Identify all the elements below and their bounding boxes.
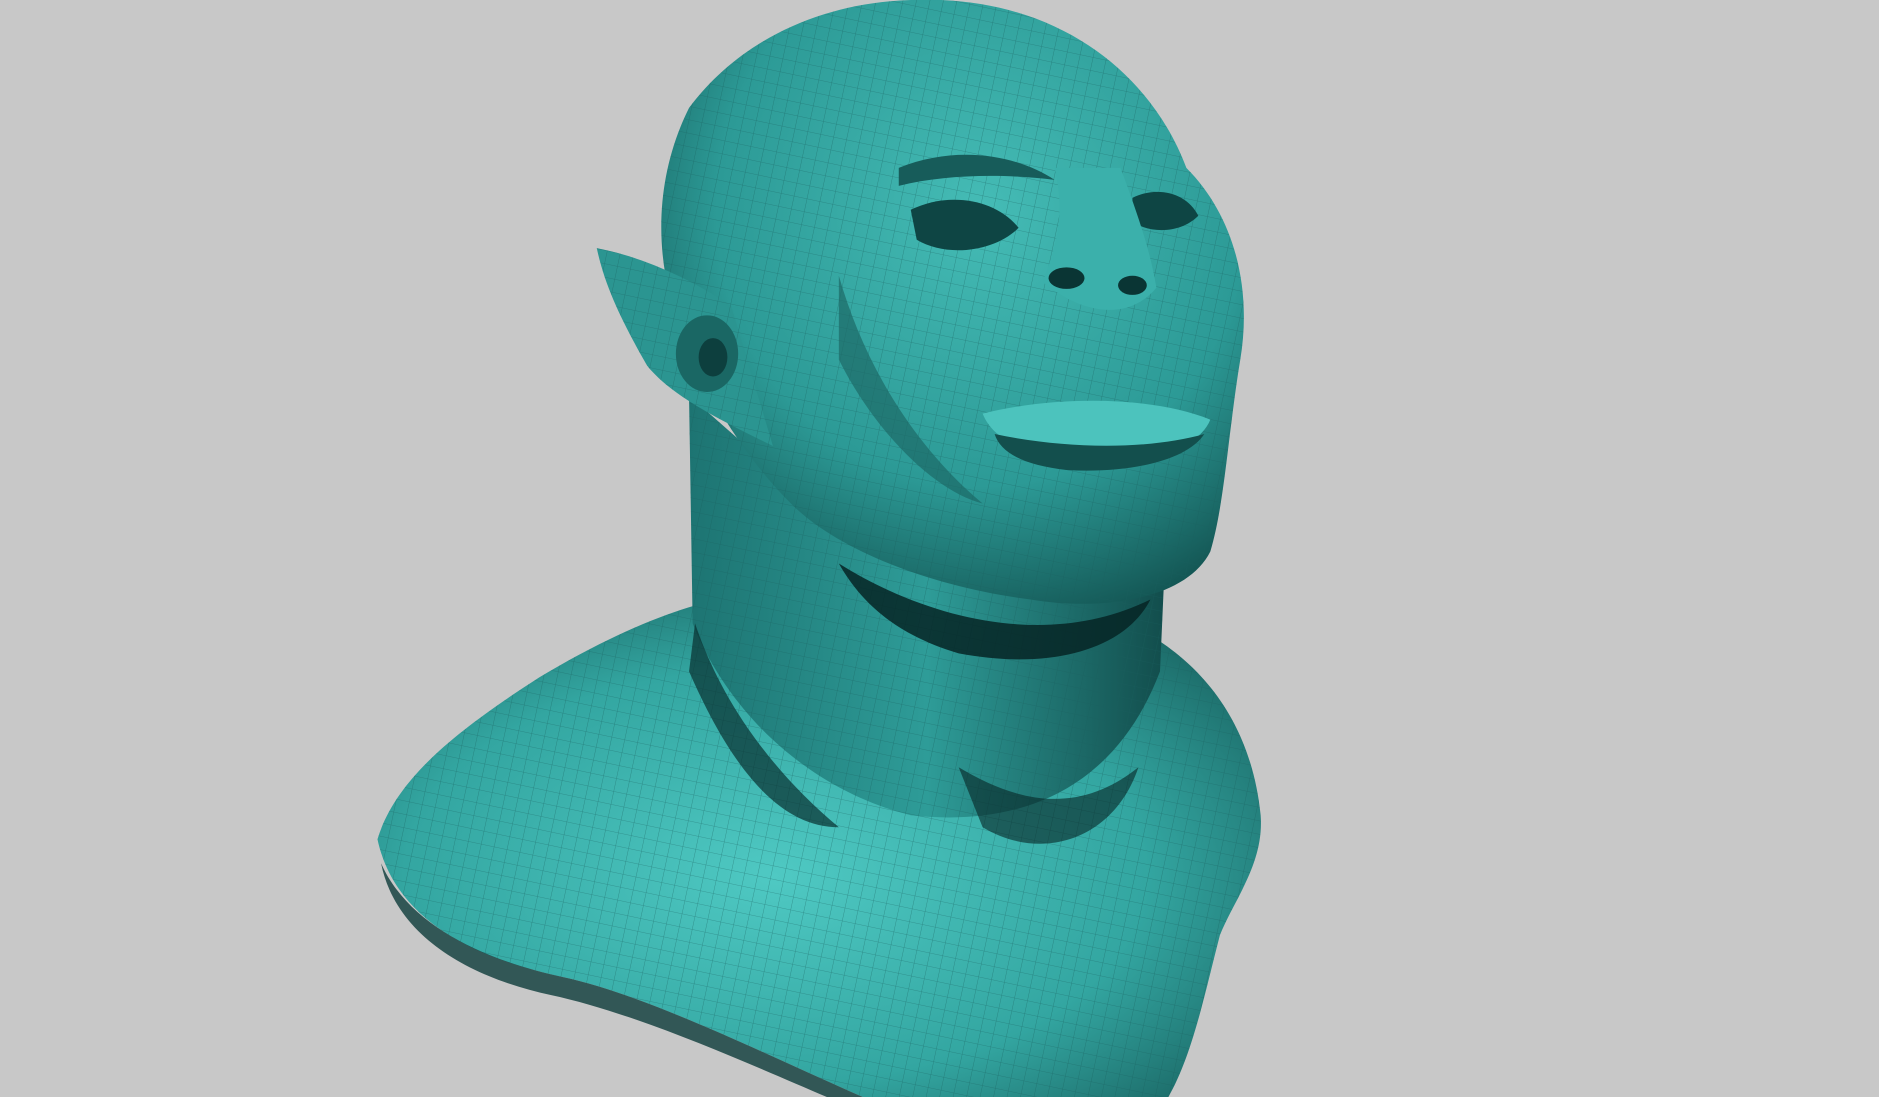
3d-viewport[interactable] <box>0 0 1879 1097</box>
bust-render <box>377 0 1261 1097</box>
nostril <box>1048 267 1085 289</box>
nostril <box>1118 275 1147 295</box>
